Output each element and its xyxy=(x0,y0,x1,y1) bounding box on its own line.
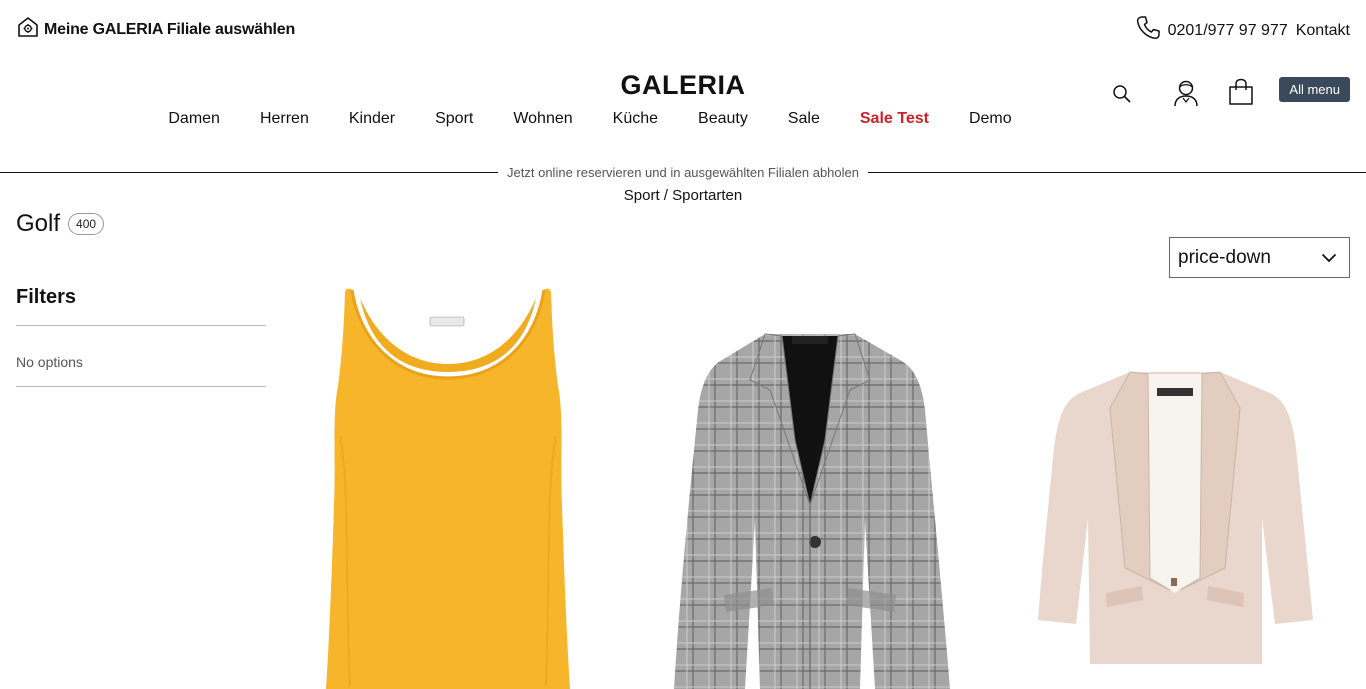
product-image-beige-blazer xyxy=(1038,371,1313,664)
main-navigation: Damen Herren Kinder Sport Wohnen Küche B… xyxy=(0,110,1366,128)
store-icon xyxy=(16,15,40,44)
nav-item-damen[interactable]: Damen xyxy=(168,110,220,128)
all-menu-button[interactable]: All menu xyxy=(1279,77,1350,102)
nav-item-kueche[interactable]: Küche xyxy=(613,110,658,128)
nav-item-wohnen[interactable]: Wohnen xyxy=(513,110,572,128)
filters-heading: Filters xyxy=(16,286,266,326)
product-card-tank-top[interactable] xyxy=(300,286,596,689)
filters-empty-text: No options xyxy=(16,326,266,387)
nav-item-beauty[interactable]: Beauty xyxy=(698,110,748,128)
shopping-bag-icon[interactable] xyxy=(1228,78,1254,106)
chevron-down-icon xyxy=(1321,247,1337,269)
nav-item-sale-test[interactable]: Sale Test xyxy=(860,110,929,128)
nav-item-sport[interactable]: Sport xyxy=(435,110,473,128)
nav-item-sale[interactable]: Sale xyxy=(788,110,820,128)
sort-dropdown[interactable]: price-down xyxy=(1169,237,1350,278)
divider-line-left xyxy=(0,171,499,173)
breadcrumb: Sport / Sportarten xyxy=(0,187,1366,204)
store-selector-link[interactable]: Meine GALERIA Filiale auswählen xyxy=(16,15,295,44)
product-image-yellow-tank-top xyxy=(326,288,570,689)
store-selector-label: Meine GALERIA Filiale auswählen xyxy=(44,20,296,38)
galeria-logo[interactable]: GALERIA xyxy=(621,70,746,100)
contact-link[interactable]: Kontakt xyxy=(1296,22,1350,40)
phone-icon xyxy=(1136,15,1160,46)
search-icon[interactable] xyxy=(1112,84,1132,104)
promo-text: Jetzt online reservieren und in ausgewäh… xyxy=(507,164,859,180)
product-card-beige-blazer[interactable] xyxy=(1030,368,1320,668)
breadcrumb-separator: / xyxy=(659,187,673,204)
phone-number-link[interactable]: 0201/977 97 977 xyxy=(1168,22,1288,40)
page-title: Golf xyxy=(16,210,61,237)
contact-area: 0201/977 97 977 Kontakt xyxy=(1136,15,1350,46)
sort-selected-value: price-down xyxy=(1178,246,1271,268)
product-count-badge: 400 xyxy=(68,213,105,235)
top-bar: Meine GALERIA Filiale auswählen 0201/977… xyxy=(0,0,1366,56)
breadcrumb-item-sportarten[interactable]: Sportarten xyxy=(672,187,742,204)
nav-item-kinder[interactable]: Kinder xyxy=(349,110,395,128)
product-image-grey-blazer xyxy=(674,333,950,689)
page-title-area: Golf 400 xyxy=(16,210,105,238)
breadcrumb-item-sport[interactable]: Sport xyxy=(624,187,660,204)
nav-item-demo[interactable]: Demo xyxy=(969,110,1012,128)
nav-item-herren[interactable]: Herren xyxy=(260,110,309,128)
header-actions: All menu xyxy=(1110,77,1350,114)
account-icon[interactable] xyxy=(1172,78,1200,108)
divider-line-right xyxy=(867,171,1366,173)
filters-panel: Filters No options xyxy=(16,286,266,387)
promo-divider: Jetzt online reservieren und in ausgewäh… xyxy=(0,162,1366,182)
product-card-check-blazer[interactable] xyxy=(660,330,960,689)
